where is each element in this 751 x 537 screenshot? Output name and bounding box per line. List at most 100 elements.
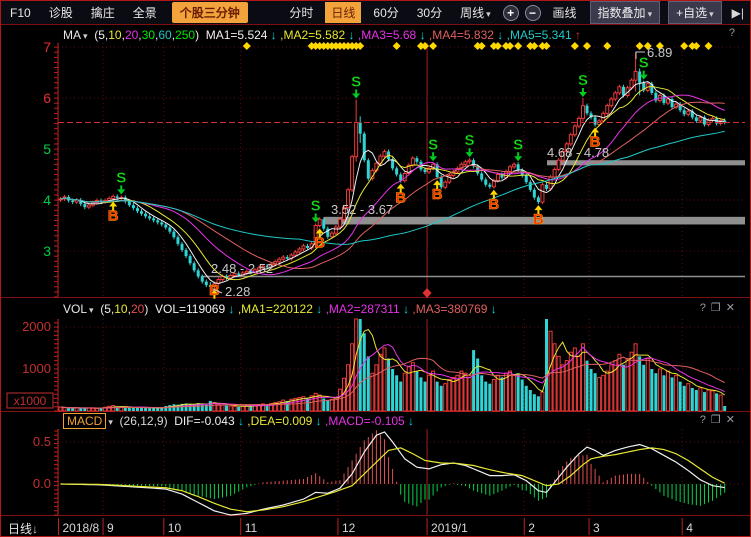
svg-text:S: S	[513, 136, 523, 153]
toolbar: F10 诊股 擒庄 全景 个股三分钟 分时 日线 60分 30分 周线▾ + −…	[1, 1, 750, 25]
indicator-param: 20	[131, 302, 144, 316]
arrow-down-icon: ↓	[313, 302, 326, 316]
svg-text:1000: 1000	[22, 361, 51, 376]
tab-daily[interactable]: 日线	[325, 2, 361, 23]
indicator-param: 10	[114, 302, 127, 316]
indicator-value: ,MA2=5.582	[280, 28, 345, 42]
arrow-down-icon: ↓	[235, 414, 248, 428]
collapse-panel-icon[interactable]: ▶|	[732, 6, 744, 20]
svg-text:S: S	[428, 136, 438, 153]
svg-text:S: S	[465, 132, 475, 149]
svg-text:S: S	[351, 74, 361, 91]
menu-qinzhuang[interactable]: 擒庄	[91, 4, 115, 21]
indicator-param: 30	[142, 28, 155, 42]
svg-text:S: S	[578, 72, 588, 89]
macd-indicator-header: MACD▾ (26,12,9) DIF=-0.043 ↓ ,DEA=0.009 …	[1, 412, 750, 429]
stock-3min-button[interactable]: 个股三分钟	[172, 2, 248, 23]
svg-text:6.89: 6.89	[647, 45, 672, 60]
tab-weekly-dropdown[interactable]: 周线▾	[454, 2, 497, 23]
macd-dropdown[interactable]: MACD	[63, 413, 106, 429]
svg-text:S: S	[311, 197, 321, 214]
chevron-down-icon: ▾	[709, 9, 714, 19]
period-indicator[interactable]: 日线↓	[8, 520, 38, 537]
vol-dropdown[interactable]: VOL	[63, 302, 87, 316]
help-icon[interactable]: ?	[700, 302, 711, 314]
svg-text:B: B	[488, 196, 499, 213]
indicator-value: DIF=-0.043	[174, 414, 234, 428]
ma-indicator-header: MA▾ (5,10,20,30,60,250) MA1=5.524 ↓ ,MA2…	[1, 26, 750, 43]
tab-intraday[interactable]: 分时	[283, 2, 319, 23]
ma-dropdown[interactable]: MA	[63, 28, 81, 42]
indicator-value: ,MA1=220122	[238, 302, 313, 316]
svg-text:B: B	[395, 190, 406, 207]
maximize-panel-icon[interactable]: ❐	[711, 302, 726, 314]
svg-text:2.48 - 2.52: 2.48 - 2.52	[211, 261, 273, 276]
arrow-up-icon: ↑	[572, 28, 585, 42]
svg-text:3.52 - 3.67: 3.52 - 3.67	[331, 202, 393, 217]
svg-text:B: B	[432, 186, 443, 203]
arrow-down-icon: ↓	[487, 302, 500, 316]
add-watchlist-label: +自选	[676, 6, 707, 20]
svg-text:2000: 2000	[22, 319, 51, 334]
date-axis-row: 日线↓	[1, 517, 750, 537]
svg-text:0.0: 0.0	[33, 476, 51, 491]
arrow-down-icon: ↓	[400, 302, 413, 316]
zoom-in-button[interactable]: +	[503, 5, 519, 21]
close-panel-icon[interactable]: ✕	[726, 302, 740, 314]
help-icon[interactable]: ?	[729, 27, 740, 39]
draw-line-button[interactable]: 画线	[553, 4, 577, 21]
tab-weekly-label: 周线	[460, 6, 484, 20]
arrow-down-icon: ↓	[312, 414, 325, 428]
indicator-value: ,MA3=380769	[412, 302, 487, 316]
add-watchlist-dropdown[interactable]: +自选▾	[668, 1, 722, 24]
svg-text:B: B	[533, 211, 544, 228]
arrow-down-icon: ↓	[405, 414, 418, 428]
arrow-down-icon: ↓	[494, 28, 507, 42]
svg-text:0.5: 0.5	[33, 434, 51, 449]
indicator-value: VOL=119069	[155, 302, 225, 316]
stock-chart-window: 2018/891011122019/123476543200010000.50.…	[0, 0, 751, 537]
indicator-param: 20	[125, 28, 138, 42]
arrow-down-icon: ↓	[416, 28, 429, 42]
svg-text:4: 4	[43, 192, 51, 208]
svg-text:3: 3	[43, 243, 51, 259]
close-panel-icon[interactable]: ✕	[726, 414, 740, 426]
svg-text:B: B	[314, 235, 325, 252]
menu-diagnose-stock[interactable]: 诊股	[49, 4, 73, 21]
index-overlay-label: 指数叠加	[598, 6, 646, 20]
tab-30min[interactable]: 30分	[411, 2, 448, 23]
menu-panorama[interactable]: 全景	[133, 4, 157, 21]
ma-values: MA▾ (5,10,20,30,60,250) MA1=5.524 ↓ ,MA2…	[63, 28, 584, 42]
chevron-down-icon: ▾	[486, 9, 491, 19]
indicator-param: 60	[158, 28, 171, 42]
help-icon[interactable]: ?	[700, 414, 711, 426]
maximize-panel-icon[interactable]: ❐	[711, 414, 726, 426]
menu-f10[interactable]: F10	[10, 6, 31, 20]
svg-text:5: 5	[43, 141, 51, 157]
vol-indicator-header: VOL▾ (5,10,20) VOL=119069 ↓ ,MA1=220122 …	[1, 300, 750, 317]
vol-panel-icons: ?❐✕	[700, 301, 740, 314]
svg-text:S: S	[116, 169, 126, 186]
indicator-param: 10	[108, 28, 121, 42]
svg-text:2.28: 2.28	[225, 284, 250, 299]
indicator-param: 5	[98, 28, 105, 42]
zoom-out-button[interactable]: −	[525, 5, 541, 21]
chevron-down-icon: ▾	[648, 9, 653, 19]
arrow-down-icon: ↓	[225, 302, 238, 316]
svg-text:B: B	[209, 282, 220, 299]
indicator-value: ,MA5=5.341	[507, 28, 572, 42]
macd-panel-icons: ?❐✕	[700, 413, 740, 426]
period-label: 日线	[8, 522, 32, 536]
svg-text:x1000: x1000	[14, 394, 47, 408]
chart-canvas[interactable]: 2018/891011122019/123476543200010000.50.…	[1, 1, 751, 537]
index-overlay-dropdown[interactable]: 指数叠加▾	[590, 1, 661, 24]
indicator-value: ,MACD=-0.105	[325, 414, 405, 428]
svg-text:B: B	[108, 208, 119, 225]
indicator-value: ,MA3=5.68	[358, 28, 416, 42]
indicator-param: 5	[104, 302, 111, 316]
svg-text:4.68 - 4.78: 4.68 - 4.78	[547, 145, 609, 160]
tab-60min[interactable]: 60分	[367, 2, 404, 23]
arrow-down-icon: ↓	[32, 522, 38, 536]
indicator-param: (26,12,9)	[120, 414, 168, 428]
arrow-down-icon: ↓	[267, 28, 280, 42]
